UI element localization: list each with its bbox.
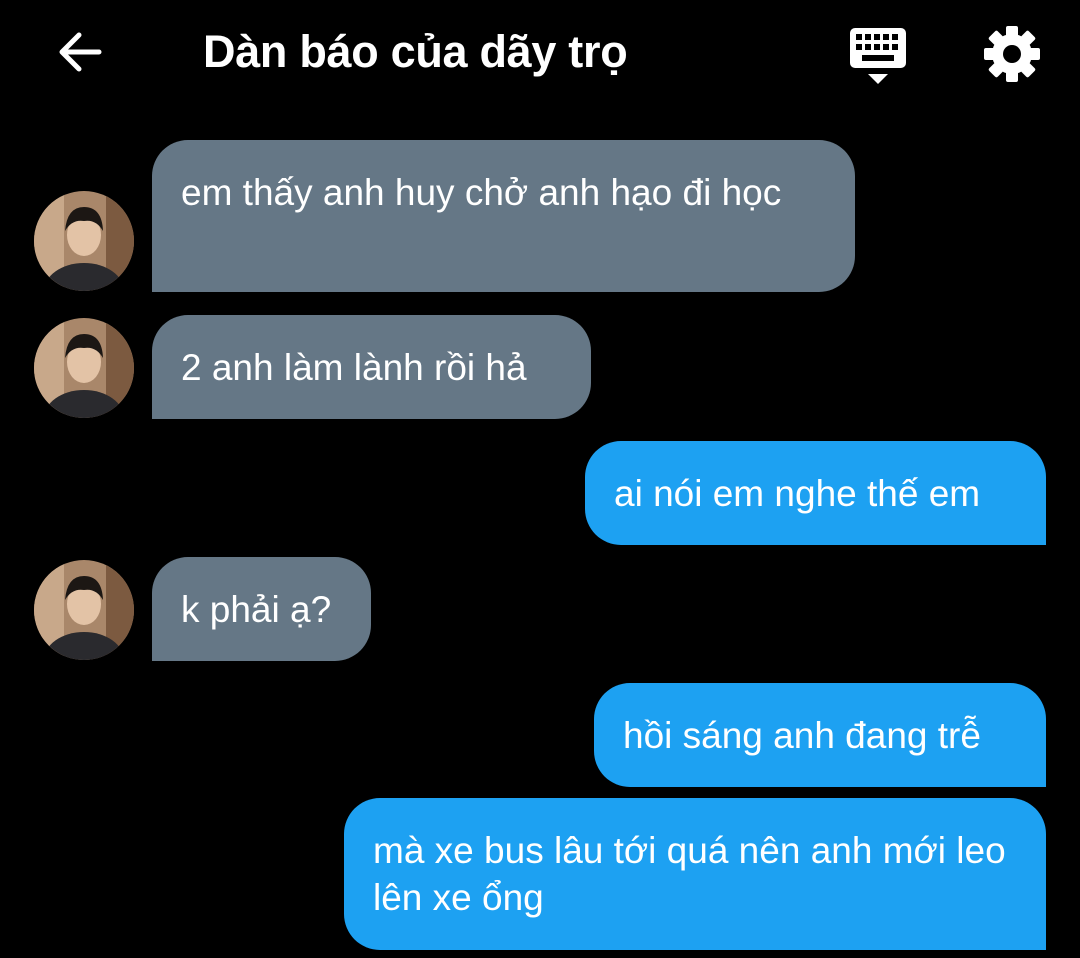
message-text: k phải ạ? [181, 589, 332, 630]
settings-button[interactable] [980, 22, 1044, 86]
message-bubble-sent[interactable]: hồi sáng anh đang trễ [594, 683, 1046, 787]
avatar[interactable] [34, 318, 134, 418]
avatar-photo [34, 560, 134, 660]
message-text: em thấy anh huy chở anh hạo đi học [181, 172, 782, 213]
message-bubble-received[interactable]: 2 anh làm lành rồi hả [152, 315, 591, 419]
message-text: 2 anh làm lành rồi hả [181, 347, 527, 388]
gear-icon [984, 26, 1040, 82]
message-bubble-received[interactable]: em thấy anh huy chở anh hạo đi học [152, 140, 855, 292]
avatar[interactable] [34, 560, 134, 660]
keyboard-icon [850, 28, 906, 84]
arrow-left-icon [59, 32, 102, 72]
keyboard-toggle-button[interactable] [846, 24, 910, 88]
avatar[interactable] [34, 191, 134, 291]
avatar-photo [34, 318, 134, 418]
message-bubble-sent[interactable]: mà xe bus lâu tới quá nên anh mới leo lê… [344, 798, 1046, 950]
avatar-photo [34, 191, 134, 291]
message-text: ai nói em nghe thế em [614, 473, 981, 514]
conversation-title: Dàn báo của dãy trọ [203, 26, 628, 77]
message-bubble-sent[interactable]: ai nói em nghe thế em [585, 441, 1046, 545]
message-bubble-received[interactable]: k phải ạ? [152, 557, 371, 661]
message-text: hồi sáng anh đang trễ [623, 715, 981, 756]
back-button[interactable] [50, 22, 110, 82]
conversation-header: Dàn báo của dãy trọ [0, 0, 1080, 110]
message-text: mà xe bus lâu tới quá nên anh mới leo lê… [373, 830, 1006, 918]
